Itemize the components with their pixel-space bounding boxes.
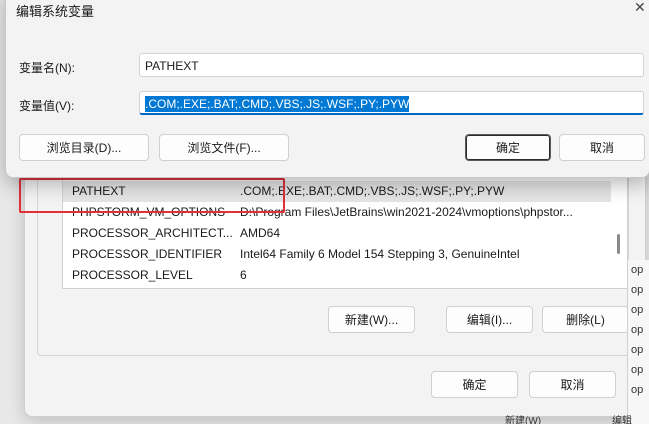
variable-value-text: .COM;.EXE;.BAT;.CMD;.VBS;.JS;.WSF;.PY;.P… [145,96,410,112]
cancel-button[interactable]: 取消 [559,134,645,161]
list-item[interactable]: PROCESSOR_LEVEL 6 [63,265,611,286]
delete-variable-button[interactable]: 删除(L) [542,306,629,333]
variable-name-field[interactable]: PATHEXT [139,53,644,77]
strip-text: op [631,384,644,396]
env-cancel-button[interactable]: 取消 [529,371,616,398]
variable-value: AMD64 [240,226,281,240]
ok-button[interactable]: 确定 [465,134,551,161]
variable-name: PROCESSOR_ARCHITECT... [72,226,233,240]
variable-value: D:\Program Files\JetBrains\win2021-2024\… [240,205,573,219]
list-scrollbar[interactable] [617,234,620,254]
variable-value: Intel64 Family 6 Model 154 Stepping 3, G… [240,247,520,261]
background-fragment: 编辑 [612,416,632,424]
environment-variables-dialog: PATHEXT .COM;.EXE;.BAT;.CMD;.VBS;.JS;.WS… [24,149,646,417]
system-variables-list[interactable]: PATHEXT .COM;.EXE;.BAT;.CMD;.VBS;.JS;.WS… [62,175,628,289]
variable-name: PATHEXT [72,184,126,198]
edit-variable-button[interactable]: 编辑(I)... [446,306,533,333]
variable-name: PROCESSOR_LEVEL [72,268,193,282]
variable-value-label: 变量值(V): [19,99,75,113]
variable-name-value: PATHEXT [145,59,199,73]
strip-text: op [631,264,644,276]
strip-text: op [631,344,644,356]
strip-text: op [631,364,644,376]
background-fragment: 新建(W) [505,416,542,424]
dialog-title: 编辑系统变量 [16,4,95,19]
variable-name-label: 变量名(N): [19,61,75,75]
list-item[interactable]: PROCESSOR_IDENTIFIER Intel64 Family 6 Mo… [63,244,611,265]
background-window-strip: op op op op op op op [627,260,649,424]
variable-name: PROCESSOR_IDENTIFIER [72,247,223,261]
strip-text: op [631,304,644,316]
variable-value: 6 [240,268,247,282]
variable-value: .COM;.EXE;.BAT;.CMD;.VBS;.JS;.WSF;.PY;.P… [240,184,505,198]
variable-name: PHPSTORM_VM_OPTIONS [72,205,226,219]
edit-system-variable-dialog: 编辑系统变量 ✕ 变量名(N): PATHEXT 变量值(V): .COM;.E… [5,0,649,178]
env-ok-button[interactable]: 确定 [431,371,518,398]
close-icon[interactable]: ✕ [634,0,646,16]
strip-text: op [631,284,644,296]
new-variable-button[interactable]: 新建(W)... [328,306,415,333]
list-item[interactable]: PHPSTORM_VM_OPTIONS D:\Program Files\Jet… [63,202,611,223]
browse-directory-button[interactable]: 浏览目录(D)... [19,134,149,161]
system-variables-group: PATHEXT .COM;.EXE;.BAT;.CMD;.VBS;.JS;.WS… [37,149,629,356]
strip-text: op [631,324,644,336]
browse-file-button[interactable]: 浏览文件(F)... [159,134,289,161]
list-item-pathext[interactable]: PATHEXT .COM;.EXE;.BAT;.CMD;.VBS;.JS;.WS… [63,181,611,202]
variable-value-field[interactable]: .COM;.EXE;.BAT;.CMD;.VBS;.JS;.WSF;.PY;.P… [139,91,644,115]
list-item[interactable]: PROCESSOR_ARCHITECT... AMD64 [63,223,611,244]
